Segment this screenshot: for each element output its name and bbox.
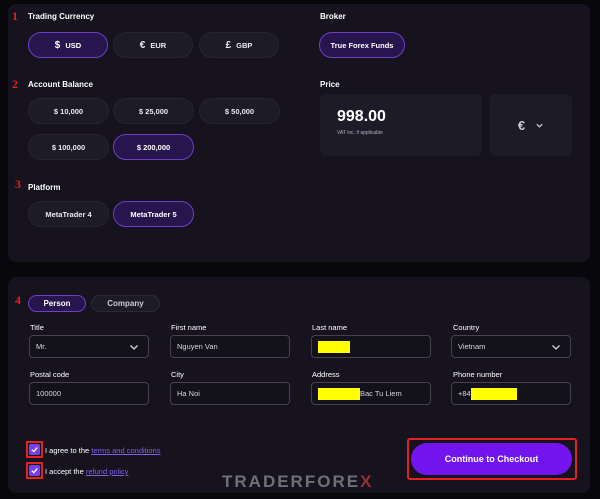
euro-icon: € bbox=[517, 117, 526, 133]
refund-checkbox[interactable] bbox=[26, 462, 43, 479]
watermark-left: TRADERFOR bbox=[222, 472, 347, 491]
step-marker-3: 3 bbox=[15, 177, 21, 191]
city-value: Ha Noi bbox=[177, 389, 200, 398]
phone-value: +84 bbox=[458, 389, 471, 398]
balance-option-200000[interactable]: $ 200,000 bbox=[113, 134, 194, 160]
terms-prefix: I agree to the bbox=[45, 446, 92, 455]
price-label: Price bbox=[320, 80, 340, 89]
currency-option-gbp[interactable]: £ GBP bbox=[199, 32, 279, 58]
currency-code: USD bbox=[65, 40, 82, 50]
last-name-label: Last name bbox=[312, 323, 348, 332]
price-value: 998.00 bbox=[337, 108, 386, 125]
price-display: 998.00 VAT inc. if applicable bbox=[320, 94, 482, 156]
redaction-mark bbox=[470, 387, 517, 400]
postal-code-label: Postal code bbox=[30, 370, 70, 379]
country-label: Country bbox=[453, 323, 480, 332]
first-name-field[interactable]: Nguyen Van bbox=[170, 335, 290, 358]
refund-checkbox-box bbox=[29, 465, 40, 476]
postal-code-value: 100000 bbox=[36, 389, 62, 398]
chevron-down-icon bbox=[552, 345, 560, 350]
address-field[interactable]: Bac Tu Liem bbox=[311, 382, 431, 405]
euro-icon: € bbox=[139, 39, 146, 51]
watermark-x: X bbox=[360, 472, 374, 491]
first-name-value: Nguyen Van bbox=[177, 342, 218, 351]
title-label: Title bbox=[30, 323, 44, 332]
title-value: Mr. bbox=[36, 342, 47, 351]
vat-note: VAT inc. if applicable bbox=[337, 130, 383, 136]
redaction-mark bbox=[318, 387, 360, 400]
currency-code: EUR bbox=[150, 40, 167, 50]
balance-option-100000[interactable]: $ 100,000 bbox=[28, 134, 109, 160]
redaction-mark bbox=[318, 340, 350, 353]
balance-option-10000[interactable]: $ 10,000 bbox=[28, 98, 109, 124]
watermark-logo: TRADERFOREX bbox=[222, 472, 373, 492]
broker-option-true-forex-funds[interactable]: True Forex Funds bbox=[319, 32, 405, 58]
city-label: City bbox=[171, 370, 184, 379]
country-value: Vietnam bbox=[458, 342, 486, 351]
step-marker-2: 2 bbox=[12, 77, 18, 91]
country-select[interactable]: Vietnam bbox=[451, 335, 571, 358]
watermark-right: E bbox=[346, 472, 361, 491]
step-marker-4: 4 bbox=[15, 293, 21, 307]
balance-option-25000[interactable]: $ 25,000 bbox=[113, 98, 194, 124]
platform-option-mt4[interactable]: MetaTrader 4 bbox=[28, 201, 109, 227]
account-balance-label: Account Balance bbox=[28, 80, 93, 89]
last-name-field[interactable] bbox=[311, 335, 431, 358]
balance-option-50000[interactable]: $ 50,000 bbox=[199, 98, 280, 124]
platform-label: Platform bbox=[28, 183, 61, 192]
phone-label: Phone number bbox=[453, 370, 503, 379]
refund-text: I accept the refund policy bbox=[45, 467, 128, 476]
refund-prefix: I accept the bbox=[45, 467, 86, 476]
terms-link[interactable]: terms and conditions bbox=[91, 446, 160, 455]
pound-icon: £ bbox=[225, 39, 232, 51]
continue-to-checkout-button[interactable]: Continue to Checkout bbox=[411, 443, 572, 475]
trading-currency-label: Trading Currency bbox=[28, 12, 95, 21]
checkmark-icon bbox=[31, 468, 38, 474]
chevron-down-icon bbox=[130, 345, 138, 350]
price-currency-select[interactable]: € bbox=[490, 94, 572, 156]
checkmark-icon bbox=[31, 447, 38, 453]
address-value: Bac Tu Liem bbox=[360, 389, 402, 398]
refund-link[interactable]: refund policy bbox=[86, 467, 129, 476]
currency-option-usd[interactable]: $ USD bbox=[28, 32, 108, 58]
terms-checkbox-box bbox=[29, 444, 40, 455]
platform-option-mt5[interactable]: MetaTrader 5 bbox=[113, 201, 194, 227]
currency-code: GBP bbox=[236, 40, 253, 50]
terms-checkbox[interactable] bbox=[26, 441, 43, 458]
chevron-down-icon bbox=[536, 123, 543, 128]
tab-person[interactable]: Person bbox=[28, 295, 86, 312]
tab-company[interactable]: Company bbox=[91, 295, 160, 312]
title-select[interactable]: Mr. bbox=[29, 335, 149, 358]
currency-option-eur[interactable]: € EUR bbox=[113, 32, 193, 58]
terms-text: I agree to the terms and conditions bbox=[45, 446, 161, 455]
step-marker-1: 1 bbox=[12, 9, 18, 23]
address-label: Address bbox=[312, 370, 340, 379]
city-field[interactable]: Ha Noi bbox=[170, 382, 290, 405]
dollar-icon: $ bbox=[54, 39, 61, 51]
phone-field[interactable]: +84 bbox=[451, 382, 571, 405]
broker-label: Broker bbox=[320, 12, 346, 21]
postal-code-field[interactable]: 100000 bbox=[29, 382, 149, 405]
first-name-label: First name bbox=[171, 323, 207, 332]
